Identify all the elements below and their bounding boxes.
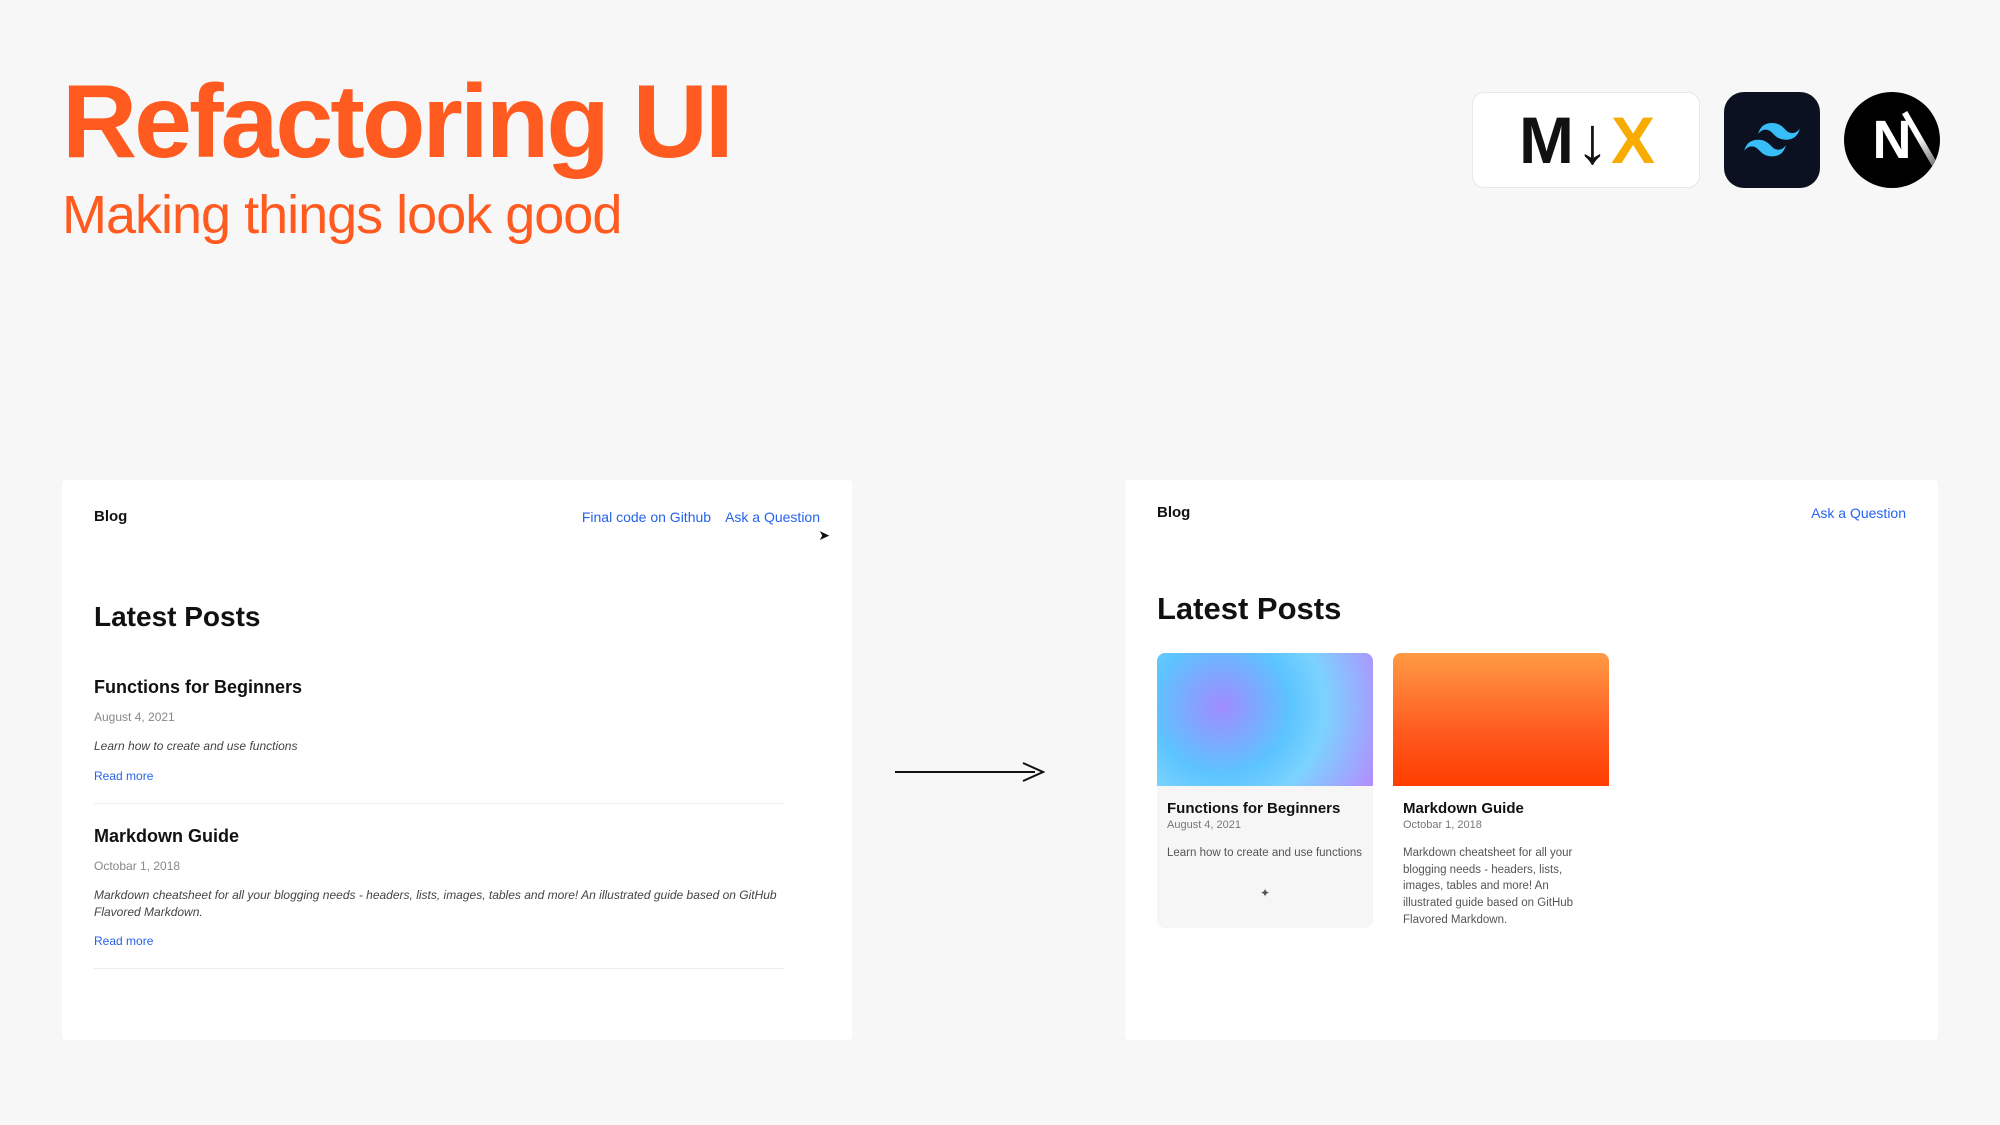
page-subtitle: Making things look good [62, 188, 731, 242]
post-title: Markdown Guide [94, 826, 784, 847]
read-more-link[interactable]: Read more [94, 769, 153, 783]
nav-ask-link[interactable]: Ask a Question [1811, 505, 1906, 521]
after-latest-heading: Latest Posts [1157, 591, 1906, 627]
card-body: Functions for Beginners August 4, 2021 L… [1157, 786, 1373, 862]
tailwind-icon [1744, 123, 1800, 157]
post-excerpt: Markdown cheatsheet for all your bloggin… [94, 887, 784, 921]
post-item[interactable]: Markdown Guide Octobar 1, 2018 Markdown … [94, 826, 784, 970]
after-header: Blog Ask a Question [1157, 504, 1906, 521]
card-cover-image [1157, 653, 1373, 786]
after-nav: Ask a Question [1811, 505, 1906, 521]
card-excerpt: Learn how to create and use functions [1167, 845, 1363, 862]
before-nav: Final code on Github Ask a Question [582, 509, 820, 525]
post-item[interactable]: Functions for Beginners August 4, 2021 L… [94, 677, 784, 804]
before-header: Blog Final code on Github Ask a Question [94, 508, 820, 525]
post-card[interactable]: Markdown Guide Octobar 1, 2018 Markdown … [1393, 653, 1609, 928]
card-date: Octobar 1, 2018 [1403, 819, 1599, 831]
read-more-link[interactable]: Read more [94, 934, 153, 948]
post-title: Functions for Beginners [94, 677, 784, 698]
cursor-icon: ➤ [818, 527, 830, 544]
logo-row: M↓X N [1472, 92, 1940, 188]
pointer-icon: ✦ [1260, 886, 1270, 900]
mdx-x: X [1611, 102, 1653, 178]
card-body: Markdown Guide Octobar 1, 2018 Markdown … [1393, 786, 1609, 928]
card-date: August 4, 2021 [1167, 819, 1363, 831]
nav-ask-link[interactable]: Ask a Question [725, 509, 820, 525]
before-panel: Blog Final code on Github Ask a Question… [62, 480, 852, 1040]
mdx-logo: M↓X [1472, 92, 1700, 188]
after-panel: Blog Ask a Question Latest Posts Functio… [1125, 480, 1938, 1040]
nextjs-logo: N [1844, 92, 1940, 188]
card-row: Functions for Beginners August 4, 2021 L… [1157, 653, 1906, 928]
nextjs-n-icon: N [1873, 109, 1912, 171]
before-brand[interactable]: Blog [94, 508, 127, 525]
page-title: Refactoring UI [62, 70, 731, 174]
post-date: Octobar 1, 2018 [94, 859, 784, 873]
post-date: August 4, 2021 [94, 710, 784, 724]
card-title: Markdown Guide [1403, 800, 1599, 817]
title-block: Refactoring UI Making things look good [62, 70, 731, 242]
before-latest-heading: Latest Posts [94, 601, 820, 633]
tailwind-logo [1724, 92, 1820, 188]
mdx-m: M [1519, 102, 1572, 178]
card-excerpt: Markdown cheatsheet for all your bloggin… [1403, 845, 1599, 928]
arrow-icon [895, 760, 1045, 784]
post-card[interactable]: Functions for Beginners August 4, 2021 L… [1157, 653, 1373, 928]
post-excerpt: Learn how to create and use functions [94, 738, 784, 755]
after-brand[interactable]: Blog [1157, 504, 1190, 521]
nav-github-link[interactable]: Final code on Github [582, 509, 711, 525]
card-cover-image [1393, 653, 1609, 786]
mdx-arrow-icon: ↓ [1576, 102, 1607, 178]
card-title: Functions for Beginners [1167, 800, 1363, 817]
